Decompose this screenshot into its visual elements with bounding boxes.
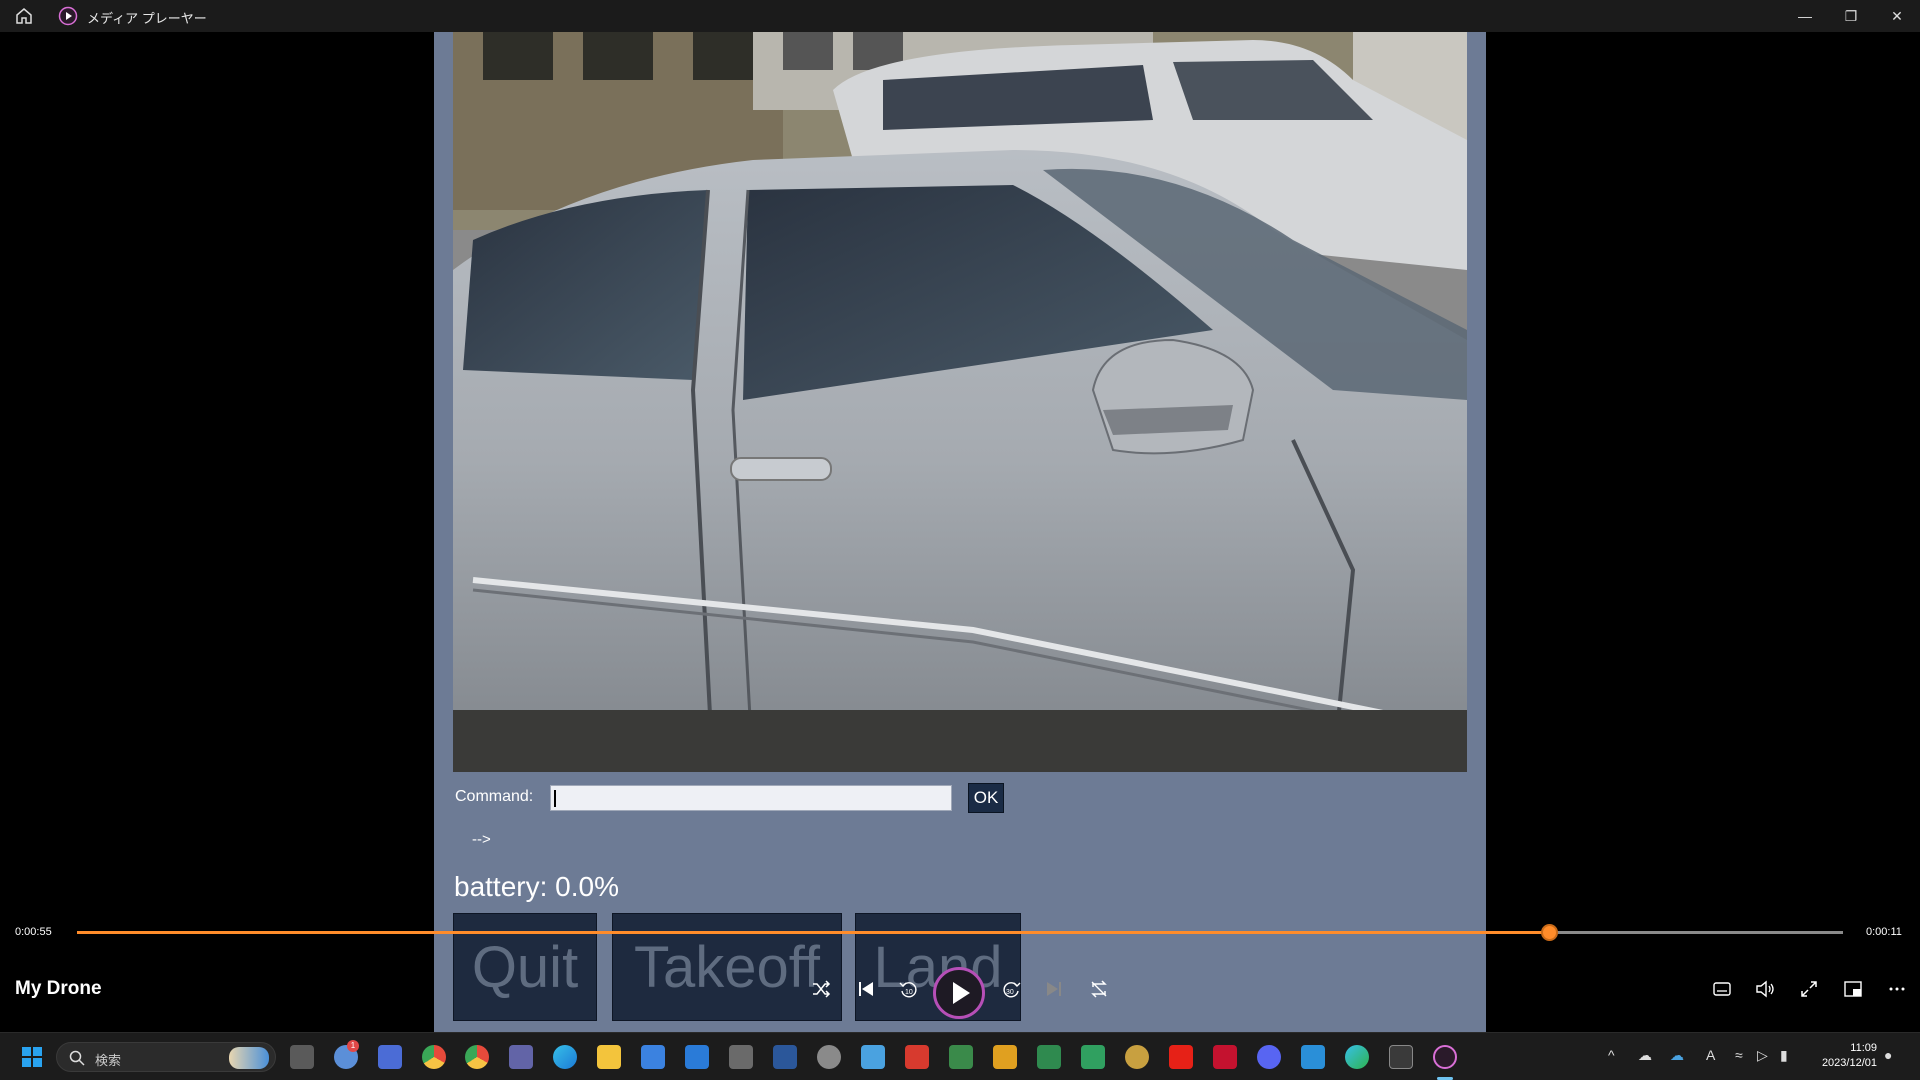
media-player-taskbar-icon[interactable]: [1433, 1045, 1457, 1069]
media-player-window: メディア プレーヤー — ❐ ✕ Command: OK --> battery…: [0, 0, 1920, 1080]
home-icon[interactable]: [14, 6, 34, 26]
terminal-icon[interactable]: [1389, 1045, 1413, 1069]
car-image: [453, 10, 1467, 772]
app-icon-2[interactable]: [1081, 1045, 1105, 1069]
notification-bell-icon[interactable]: ●: [1884, 1047, 1892, 1063]
teams-icon[interactable]: [509, 1045, 533, 1069]
volume-muted-icon[interactable]: ▷: [1757, 1047, 1768, 1064]
search-icon: [69, 1050, 85, 1066]
word-icon[interactable]: [773, 1045, 797, 1069]
vscode-icon[interactable]: [1301, 1045, 1325, 1069]
discord-icon[interactable]: [1257, 1045, 1281, 1069]
task-view-icon[interactable]: [290, 1045, 314, 1069]
onedrive-icon[interactable]: ☁: [1670, 1047, 1684, 1064]
seek-bar[interactable]: 0:00:55 0:00:11: [0, 915, 1920, 945]
wifi-icon[interactable]: ≈: [1735, 1047, 1743, 1063]
captions-icon[interactable]: [1707, 978, 1737, 1004]
git-tool-icon[interactable]: [993, 1045, 1017, 1069]
response-text: -->: [472, 831, 491, 848]
next-icon[interactable]: [1039, 978, 1069, 1004]
battery-icon[interactable]: ▮: [1780, 1047, 1788, 1064]
tray-chevron-icon[interactable]: ^: [1608, 1047, 1615, 1063]
previous-icon[interactable]: [851, 978, 881, 1004]
fullscreen-icon[interactable]: [1794, 978, 1824, 1004]
seek-track[interactable]: [77, 924, 1843, 941]
app-title: メディア プレーヤー: [87, 11, 207, 26]
command-label: Command:: [455, 788, 534, 805]
minimize-button[interactable]: —: [1782, 0, 1828, 32]
text-caret: [554, 790, 556, 807]
app-icon-1[interactable]: [1037, 1045, 1061, 1069]
ime-indicator[interactable]: A: [1706, 1047, 1715, 1063]
battery-status: battery: 0.0%: [454, 871, 619, 902]
skip-forward-30-icon[interactable]: 30: [996, 978, 1026, 1004]
edge-icon[interactable]: [553, 1045, 577, 1069]
notification-badge: 1: [347, 1040, 359, 1052]
steam-icon[interactable]: [729, 1045, 753, 1069]
repeat-icon[interactable]: [1084, 978, 1114, 1004]
play-button[interactable]: [933, 967, 985, 1019]
clock[interactable]: 11:09 2023/12/01: [1822, 1041, 1877, 1071]
volume-icon[interactable]: [1750, 978, 1780, 1004]
svg-text:10: 10: [905, 989, 913, 996]
command-input[interactable]: [550, 785, 952, 811]
media-player-icon: [58, 6, 78, 26]
remaining-time: 0:00:11: [1866, 926, 1902, 938]
clock-time: 11:09: [1850, 1042, 1877, 1054]
chrome-icon[interactable]: [465, 1045, 489, 1069]
restore-button[interactable]: ❐: [1828, 0, 1874, 32]
search-highlight-icon: [229, 1047, 269, 1069]
edge-dev-icon[interactable]: [1345, 1045, 1369, 1069]
elapsed-time: 0:00:55: [15, 926, 52, 938]
seek-progress: [77, 931, 1549, 934]
spreadsheet-icon[interactable]: [949, 1045, 973, 1069]
cloud-icon[interactable]: ☁: [1638, 1047, 1652, 1064]
store-icon[interactable]: [641, 1045, 665, 1069]
chrome-canary-icon[interactable]: [422, 1045, 446, 1069]
close-button[interactable]: ✕: [1874, 0, 1920, 32]
youtube-icon[interactable]: [1169, 1045, 1193, 1069]
ok-button[interactable]: OK: [968, 783, 1004, 813]
app-icon-3[interactable]: [1125, 1045, 1149, 1069]
taskbar-search[interactable]: 検索: [56, 1042, 276, 1072]
video-frame[interactable]: Command: OK --> battery: 0.0% Quit Takeo…: [434, 0, 1486, 1032]
settings-gear-icon[interactable]: [817, 1045, 841, 1069]
shuffle-icon[interactable]: [806, 978, 836, 1004]
more-icon[interactable]: [1882, 978, 1912, 1004]
seek-thumb[interactable]: [1540, 924, 1558, 941]
windows-start-icon[interactable]: [20, 1045, 44, 1069]
teams-chat-icon[interactable]: [378, 1045, 402, 1069]
windows-taskbar: 検索 1 ^ ☁ ☁ A ≈ ▷ ▮ 11:09 2023/12/01 ●: [0, 1032, 1920, 1080]
play-icon: [953, 982, 970, 1004]
miniplayer-icon[interactable]: [1838, 978, 1868, 1004]
skip-back-10-icon[interactable]: 10: [894, 978, 924, 1004]
media-title: My Drone: [15, 978, 102, 999]
clock-date: 2023/12/01: [1821, 1057, 1877, 1069]
search-placeholder: 検索: [95, 1053, 122, 1068]
svg-text:30: 30: [1006, 989, 1014, 996]
drone-camera-feed: [453, 10, 1467, 772]
mail-icon[interactable]: [685, 1045, 709, 1069]
remote-desktop-icon[interactable]: [861, 1045, 885, 1069]
title-bar: メディア プレーヤー — ❐ ✕: [0, 0, 1920, 32]
acrobat-icon[interactable]: [905, 1045, 929, 1069]
yahoo-icon[interactable]: [1213, 1045, 1237, 1069]
file-explorer-icon[interactable]: [597, 1045, 621, 1069]
